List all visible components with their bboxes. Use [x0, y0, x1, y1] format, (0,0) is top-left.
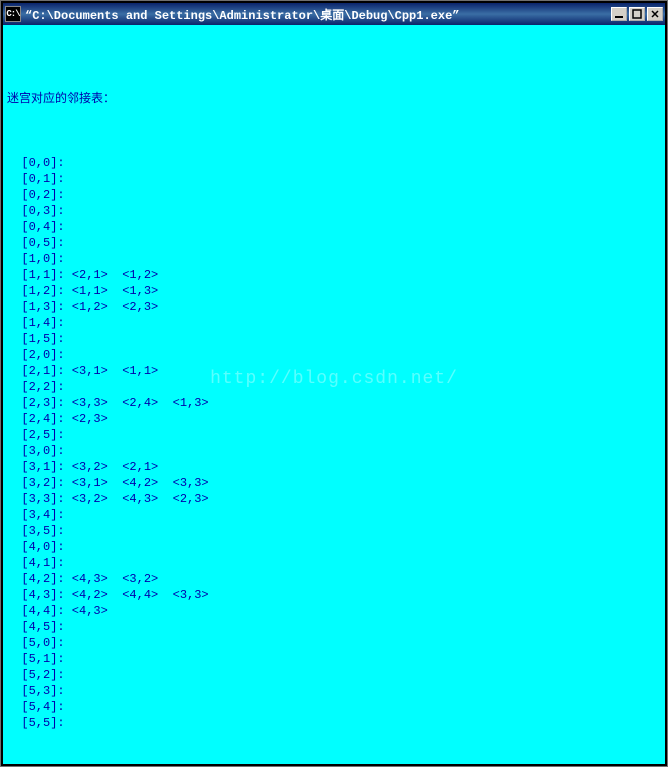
adjacency-row-text: [1,3]: <1,2> <2,3>	[7, 299, 158, 315]
adjacency-row: [4,2]: <4,3> <3,2>	[7, 571, 661, 587]
adjacency-row-text: [3,0]:	[7, 443, 65, 459]
window-title: “C:\Documents and Settings\Administrator…	[25, 6, 611, 23]
adjacency-row-text: [5,1]:	[7, 651, 65, 667]
adjacency-row-text: [0,1]:	[7, 171, 65, 187]
adjacency-row: [1,4]:	[7, 315, 661, 331]
adjacency-row-text: [0,3]:	[7, 203, 65, 219]
adjacency-row-text: [3,3]: <3,2> <4,3> <2,3>	[7, 491, 209, 507]
adjacency-row: [2,5]:	[7, 427, 661, 443]
adjacency-row: [5,0]:	[7, 635, 661, 651]
adjacency-row-text: [4,3]: <4,2> <4,4> <3,3>	[7, 587, 209, 603]
adjacency-row: [2,1]: <3,1> <1,1>	[7, 363, 661, 379]
app-icon-label: C:\	[6, 9, 19, 19]
adjacency-row: [3,3]: <3,2> <4,3> <2,3>	[7, 491, 661, 507]
title-path: C:\Documents and Settings\Administrator\…	[32, 9, 452, 23]
adjacency-row-text: [0,5]:	[7, 235, 65, 251]
title-quote-close: ”	[452, 9, 459, 23]
adjacency-row: [3,4]:	[7, 507, 661, 523]
adjacency-row: [5,2]:	[7, 667, 661, 683]
adjacency-row-text: [1,2]: <1,1> <1,3>	[7, 283, 158, 299]
window-buttons	[611, 7, 663, 21]
adjacency-row: [2,3]: <3,3> <2,4> <1,3>	[7, 395, 661, 411]
adjacency-row: [1,0]:	[7, 251, 661, 267]
adjacency-row: [5,1]:	[7, 651, 661, 667]
adjacency-row-text: [2,4]: <2,3>	[7, 411, 108, 427]
adjacency-row: [0,5]:	[7, 235, 661, 251]
adjacency-row-text: [3,4]:	[7, 507, 65, 523]
adjacency-row: [0,1]:	[7, 171, 661, 187]
adjacency-row-text: [2,5]:	[7, 427, 65, 443]
adjacency-row: [0,0]:	[7, 155, 661, 171]
adjacency-row-text: [3,2]: <3,1> <4,2> <3,3>	[7, 475, 209, 491]
adjacency-row-text: [4,0]:	[7, 539, 65, 555]
adjacency-row: [4,0]:	[7, 539, 661, 555]
maximize-icon	[632, 9, 642, 19]
adjacency-row: [4,3]: <4,2> <4,4> <3,3>	[7, 587, 661, 603]
adjacency-header: 迷宫对应的邻接表：	[7, 91, 661, 107]
adjacency-row-text: [4,4]: <4,3>	[7, 603, 108, 619]
adjacency-row: [4,4]: <4,3>	[7, 603, 661, 619]
adjacency-row-text: [1,5]:	[7, 331, 65, 347]
adjacency-row-text: [2,2]:	[7, 379, 65, 395]
adjacency-row: [1,2]: <1,1> <1,3>	[7, 283, 661, 299]
adjacency-row: [3,0]:	[7, 443, 661, 459]
adjacency-row: [1,5]:	[7, 331, 661, 347]
adjacency-row: [3,2]: <3,1> <4,2> <3,3>	[7, 475, 661, 491]
adjacency-row: [1,3]: <1,2> <2,3>	[7, 299, 661, 315]
adjacency-row-text: [1,0]:	[7, 251, 65, 267]
adjacency-row: [4,5]:	[7, 619, 661, 635]
adjacency-row: [5,4]:	[7, 699, 661, 715]
adjacency-row: [0,2]:	[7, 187, 661, 203]
adjacency-row: [0,3]:	[7, 203, 661, 219]
adjacency-row: [3,5]:	[7, 523, 661, 539]
minimize-icon	[614, 9, 624, 19]
adjacency-row-text: [4,1]:	[7, 555, 65, 571]
adjacency-row-text: [4,2]: <4,3> <3,2>	[7, 571, 158, 587]
adjacency-list: [0,0]: [0,1]: [0,2]: [0,3]: [0,4]: [0,5]…	[7, 155, 661, 731]
adjacency-row: [5,5]:	[7, 715, 661, 731]
adjacency-row: [2,0]:	[7, 347, 661, 363]
close-button[interactable]	[647, 7, 663, 21]
adjacency-row-text: [5,0]:	[7, 635, 65, 651]
adjacency-row-text: [1,4]:	[7, 315, 65, 331]
adjacency-row-text: [0,0]:	[7, 155, 65, 171]
adjacency-row-text: [5,2]:	[7, 667, 65, 683]
adjacency-row-text: [5,3]:	[7, 683, 65, 699]
adjacency-row: [3,1]: <3,2> <2,1>	[7, 459, 661, 475]
adjacency-row-text: [2,0]:	[7, 347, 65, 363]
titlebar: C:\ “C:\Documents and Settings\Administr…	[3, 3, 665, 25]
adjacency-row-text: [0,2]:	[7, 187, 65, 203]
adjacency-row-text: [0,4]:	[7, 219, 65, 235]
app-icon: C:\	[5, 6, 21, 22]
console-area: http://blog.csdn.net/ 迷宫对应的邻接表： [0,0]: […	[3, 25, 665, 764]
adjacency-row: [5,3]:	[7, 683, 661, 699]
minimize-button[interactable]	[611, 7, 627, 21]
adjacency-row: [2,2]:	[7, 379, 661, 395]
adjacency-row: [1,1]: <2,1> <1,2>	[7, 267, 661, 283]
adjacency-row-text: [5,4]:	[7, 699, 65, 715]
adjacency-row-text: [1,1]: <2,1> <1,2>	[7, 267, 158, 283]
adjacency-row: [2,4]: <2,3>	[7, 411, 661, 427]
adjacency-row-text: [3,1]: <3,2> <2,1>	[7, 459, 158, 475]
adjacency-row-text: [2,1]: <3,1> <1,1>	[7, 363, 158, 379]
maximize-button[interactable]	[629, 7, 645, 21]
close-icon	[650, 9, 660, 19]
adjacency-row-text: [2,3]: <3,3> <2,4> <1,3>	[7, 395, 209, 411]
adjacency-row-text: [4,5]:	[7, 619, 65, 635]
adjacency-row-text: [3,5]:	[7, 523, 65, 539]
adjacency-row: [0,4]:	[7, 219, 661, 235]
adjacency-row-text: [5,5]:	[7, 715, 65, 731]
adjacency-row: [4,1]:	[7, 555, 661, 571]
